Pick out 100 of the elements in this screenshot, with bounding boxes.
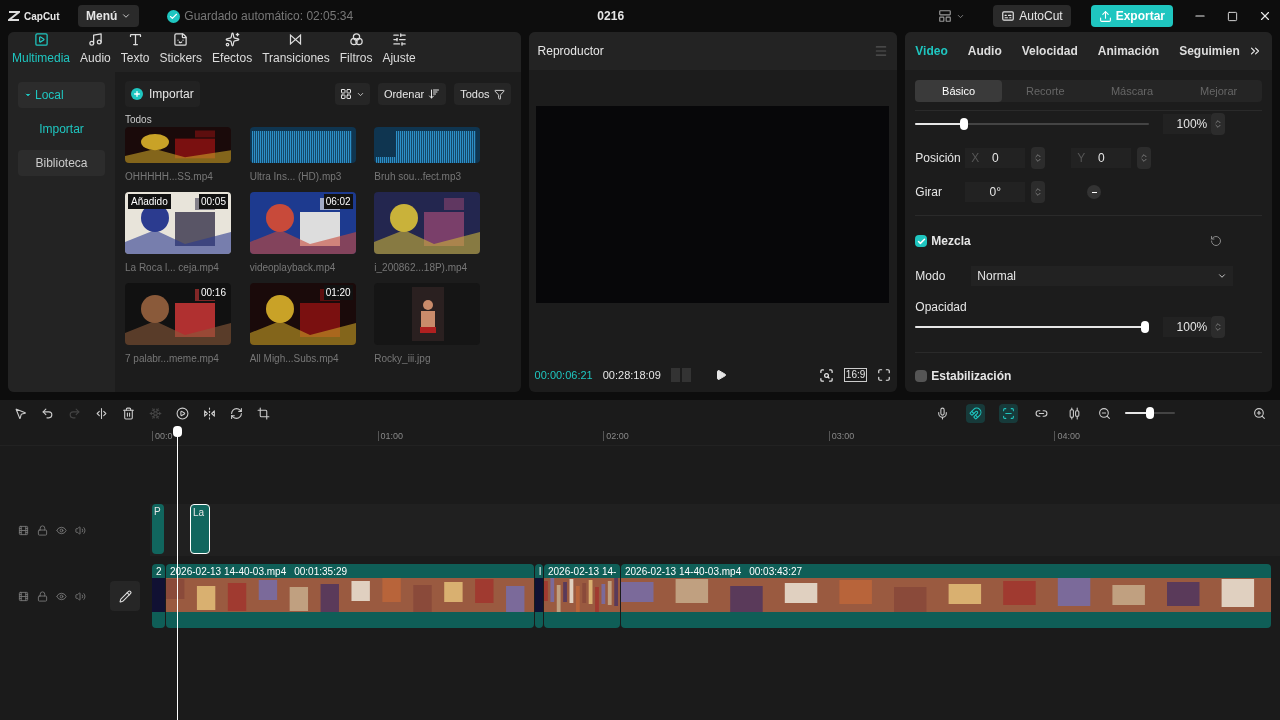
mode-dropdown[interactable]: Normal [971,266,1234,286]
play-circle-icon[interactable] [176,406,189,420]
stepper[interactable] [1137,147,1152,169]
stepper[interactable] [1031,181,1046,203]
up-down-icon [1139,153,1150,163]
scale-value[interactable]: 100% [1163,114,1212,134]
eye-icon[interactable] [56,590,67,602]
mirror-icon[interactable] [203,406,216,420]
crop-icon[interactable] [257,406,270,420]
clip-name: l [539,565,542,578]
view-button[interactable] [334,83,370,105]
preview-axis-icon[interactable] [999,403,1018,423]
import-button[interactable]: Importar [125,81,200,107]
media-tab[interactable]: Stickers [159,32,203,67]
field-label: Opacidad [915,299,968,316]
track-video-icon[interactable] [18,590,29,602]
media-tab[interactable]: Filtros [339,32,373,67]
ratio-button[interactable]: 16:9 [843,368,868,382]
clip-name: 2026-02-13 14-40-03.mp4 [625,565,742,578]
speaker-icon[interactable] [75,524,86,536]
property-tab[interactable]: Video [915,42,948,60]
undo-icon[interactable] [41,406,54,420]
video-clip[interactable]: l [535,564,543,628]
media-tab[interactable]: Efectos [212,32,253,67]
maximize-icon[interactable] [1227,10,1238,22]
pointer-icon[interactable] [14,406,27,420]
zoom-in-icon[interactable] [1253,406,1266,420]
section-title: Mezcla [931,233,971,250]
lock-icon[interactable] [37,590,48,602]
lock-icon[interactable] [37,524,48,536]
media-name[interactable]: La Roca l... ceja.mp4 [125,260,231,275]
sidebar-item[interactable]: Biblioteca [18,150,105,176]
zoom-out-icon[interactable] [1098,406,1111,420]
y-value: 0 [1097,150,1105,167]
media-name[interactable]: Bruh sou...fect.mp3 [374,169,481,184]
delete-icon[interactable] [122,406,135,420]
sparkles-icon [224,32,240,47]
media-name[interactable]: All Migh...Subs.mp4 [249,351,356,366]
magnet-icon[interactable] [966,403,985,423]
close-icon[interactable] [1258,9,1272,23]
media-tab[interactable]: Texto [120,32,150,67]
media-name[interactable]: i_200862...18P).mp4 [374,260,481,275]
ruler-label: 03:00 [828,430,1055,441]
captions-icon [1001,9,1016,23]
menu-button[interactable]: Menú [78,5,140,27]
rotate-field[interactable]: 0° [965,182,1026,202]
media-tab[interactable]: Audio [80,32,111,67]
subtab[interactable]: Básico [915,80,1002,102]
opacity-value[interactable]: 100% [1163,317,1212,337]
eye-icon[interactable] [56,524,67,536]
video-clip[interactable]: 2026-02-13 14-40-03.mp4 00:03:43:27 [621,564,1271,628]
sidebar-item[interactable]: Importar [18,116,105,142]
upload-icon [1098,9,1112,23]
media-name[interactable]: Rocky_iii.jpg [374,351,481,366]
media-name[interactable]: videoplayback.mp4 [249,260,356,275]
media-name[interactable]: Ultra Ins... (HD).mp3 [249,169,356,184]
rotation-knob-icon[interactable] [1087,185,1102,199]
property-tab[interactable]: Audio [967,42,1002,60]
speaker-icon[interactable] [75,590,86,602]
sliders-icon [391,32,407,47]
reset-icon[interactable] [1210,235,1222,247]
blend-checkbox[interactable] [915,235,928,247]
overlay-clip[interactable]: La [190,504,210,554]
sidebar-item[interactable]: Local [18,82,105,108]
media-name[interactable]: OHHHHH...SS.mp4 [125,169,231,184]
layout-button[interactable] [938,9,966,23]
fullscreen-icon[interactable] [877,368,892,382]
edit-button[interactable] [110,581,140,611]
overlay-clip[interactable]: P [152,504,164,554]
clip-duration: 00:03:43:27 [749,565,803,578]
stepper[interactable] [1031,147,1046,169]
scale-slider[interactable] [915,118,1150,130]
filter-icon [493,88,505,100]
property-tab[interactable]: Animación [1097,42,1160,60]
sort-icon [428,88,441,100]
rotate-icon[interactable] [230,406,243,420]
autocut-button[interactable]: AutoCut [993,5,1071,27]
duration-label: 00:16 [198,285,228,300]
sort-button[interactable]: Ordenar [377,83,447,105]
stabilization-checkbox[interactable] [915,370,928,382]
property-tab[interactable]: Velocidad [1021,42,1078,60]
zoom-slider[interactable] [1125,407,1175,419]
play-icon[interactable] [714,369,727,381]
grid-icon [339,88,352,100]
track-video-icon[interactable] [18,524,29,536]
zoom-fit-icon[interactable] [818,367,834,383]
opacity-slider[interactable] [915,321,1146,333]
autosave-status: Guardado automático: 02:05:34 [184,8,354,25]
text-icon [127,32,143,47]
clip-name: 2026-02-13 14- [548,565,617,578]
video-clip[interactable]: 2 [152,564,165,628]
media-tab[interactable]: Transiciones [262,32,330,67]
media-tab[interactable]: Multimedia [12,32,71,67]
stepper[interactable] [1211,316,1226,338]
stepper[interactable] [1211,113,1226,135]
media-name[interactable]: 7 palabr...meme.mp4 [125,351,231,366]
split-icon[interactable] [95,406,108,420]
media-tab[interactable]: Ajuste [382,32,416,67]
filter-button[interactable]: Todos [454,83,511,105]
property-tab[interactable]: Seguimien [1179,42,1240,60]
